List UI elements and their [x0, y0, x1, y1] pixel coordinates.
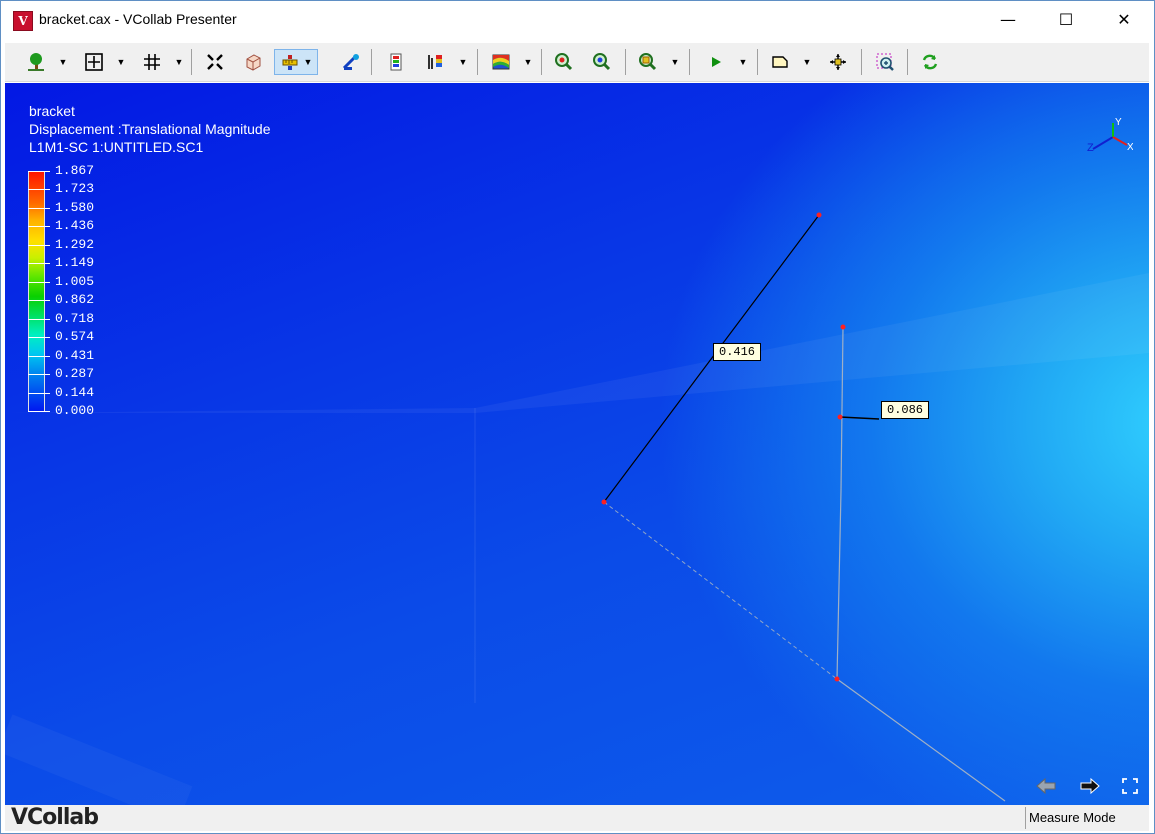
model-tree-dropdown[interactable]: ▼ — [57, 49, 69, 75]
measure-leader-2 — [839, 416, 880, 420]
pan-icon[interactable] — [825, 49, 851, 75]
toolbar-separator — [689, 49, 690, 75]
measure-point[interactable] — [834, 676, 840, 682]
fit-view-icon[interactable] — [81, 49, 107, 75]
legend-value: 1.723 — [55, 181, 95, 196]
vcollab-logo: VCollab — [11, 805, 99, 830]
status-bar: VCollab Measure Mode — [5, 805, 1149, 831]
fullscreen-icon[interactable] — [1117, 774, 1143, 798]
legend-value: 0.144 — [55, 385, 95, 400]
measurement-label[interactable]: 0.416 — [713, 343, 762, 361]
load-case-label: L1M1-SC 1:UNTITLED.SC1 — [29, 139, 204, 155]
measure-point[interactable] — [840, 324, 846, 330]
legend-value: 1.436 — [55, 218, 95, 233]
legend-value: 1.867 — [55, 163, 95, 178]
legend-tick — [28, 226, 50, 227]
legend-tick — [28, 245, 50, 246]
toolbar-separator — [625, 49, 626, 75]
title-bar[interactable]: V bracket.cax - VCollab Presenter — ☐ ✕ — [1, 1, 1154, 39]
legend-tick — [28, 282, 50, 283]
triad-z-label: Z — [1087, 142, 1094, 153]
measure-tool-icon[interactable]: ▼ — [274, 49, 318, 75]
legend-tick — [28, 300, 50, 301]
app-window: V bracket.cax - VCollab Presenter — ☐ ✕ … — [0, 0, 1155, 834]
refresh-icon[interactable] — [917, 49, 943, 75]
toolbar-separator — [861, 49, 862, 75]
legend-tick — [28, 337, 50, 338]
close-button[interactable]: ✕ — [1095, 1, 1153, 39]
next-arrow-icon[interactable] — [1077, 774, 1103, 798]
3d-viewport[interactable]: bracket Displacement :Translational Magn… — [5, 83, 1149, 805]
previous-arrow-icon[interactable] — [1033, 774, 1059, 798]
legend-value: 0.287 — [55, 366, 95, 381]
explode-icon[interactable] — [202, 49, 228, 75]
legend-icon[interactable] — [423, 49, 449, 75]
measure-point[interactable] — [601, 499, 607, 505]
legend-tick — [28, 374, 50, 375]
legend-value: 1.292 — [55, 237, 95, 252]
zoom-box-icon[interactable] — [635, 49, 661, 75]
legend-value: 0.431 — [55, 348, 95, 363]
probe-icon[interactable] — [338, 49, 364, 75]
model-name: bracket — [29, 103, 75, 119]
toolbar-separator — [477, 49, 478, 75]
triad-y-label: Y — [1115, 117, 1122, 128]
cube-view-icon[interactable] — [240, 49, 266, 75]
results-icon[interactable] — [383, 49, 409, 75]
measurement-label[interactable]: 0.086 — [881, 401, 930, 419]
minimize-button[interactable]: — — [979, 1, 1037, 39]
measure-point[interactable] — [816, 212, 822, 218]
legend-value: 0.862 — [55, 292, 95, 307]
legend-dropdown[interactable]: ▼ — [457, 49, 469, 75]
legend-value: 0.718 — [55, 311, 95, 326]
legend-tick — [28, 411, 50, 412]
legend-value: 1.149 — [55, 255, 95, 270]
maximize-button[interactable]: ☐ — [1037, 1, 1095, 39]
zoom-out-icon[interactable] — [589, 49, 615, 75]
legend-value: 0.000 — [55, 403, 95, 418]
result-label: Displacement :Translational Magnitude — [29, 121, 271, 137]
zoom-fit-icon[interactable] — [872, 49, 898, 75]
measure-dropdown[interactable]: ▼ — [304, 57, 313, 67]
measure-dashed-line — [603, 501, 838, 680]
legend-value: 1.005 — [55, 274, 95, 289]
zoom-box-dropdown[interactable]: ▼ — [669, 49, 681, 75]
toolbar-separator — [191, 49, 192, 75]
grid-dropdown[interactable]: ▼ — [173, 49, 185, 75]
window-title: bracket.cax - VCollab Presenter — [39, 11, 237, 27]
annotation-icon[interactable] — [767, 49, 793, 75]
play-dropdown[interactable]: ▼ — [737, 49, 749, 75]
legend-tick — [28, 393, 50, 394]
toolbar-separator — [371, 49, 372, 75]
legend-tick — [28, 319, 50, 320]
model-tree-icon[interactable] — [23, 49, 49, 75]
main-toolbar: ▼ ▼ ▼ ▼ ▼ ▼ ▼ ▼ ▼ — [5, 43, 1149, 82]
toolbar-separator — [907, 49, 908, 75]
fit-view-dropdown[interactable]: ▼ — [115, 49, 127, 75]
legend-tick — [28, 208, 50, 209]
model-geometry — [5, 212, 1149, 805]
toolbar-separator — [757, 49, 758, 75]
legend-tick — [28, 356, 50, 357]
zoom-in-icon[interactable] — [551, 49, 577, 75]
legend-tick — [28, 189, 50, 190]
edge-line — [836, 678, 1006, 802]
annotation-dropdown[interactable]: ▼ — [801, 49, 813, 75]
grid-icon[interactable] — [139, 49, 165, 75]
measure-point[interactable] — [837, 414, 843, 420]
contour-icon[interactable] — [488, 49, 514, 75]
axis-triad: Z Y X — [1087, 117, 1133, 153]
legend-value: 0.574 — [55, 329, 95, 344]
legend-value: 1.580 — [55, 200, 95, 215]
legend-tick — [28, 263, 50, 264]
legend-tick — [28, 171, 50, 172]
contour-dropdown[interactable]: ▼ — [522, 49, 534, 75]
toolbar-separator — [541, 49, 542, 75]
status-mode: Measure Mode — [1025, 807, 1147, 829]
play-animation-icon[interactable] — [703, 49, 729, 75]
edge-line — [836, 490, 842, 680]
triad-x-label: X — [1127, 142, 1133, 153]
app-icon: V — [13, 11, 33, 31]
